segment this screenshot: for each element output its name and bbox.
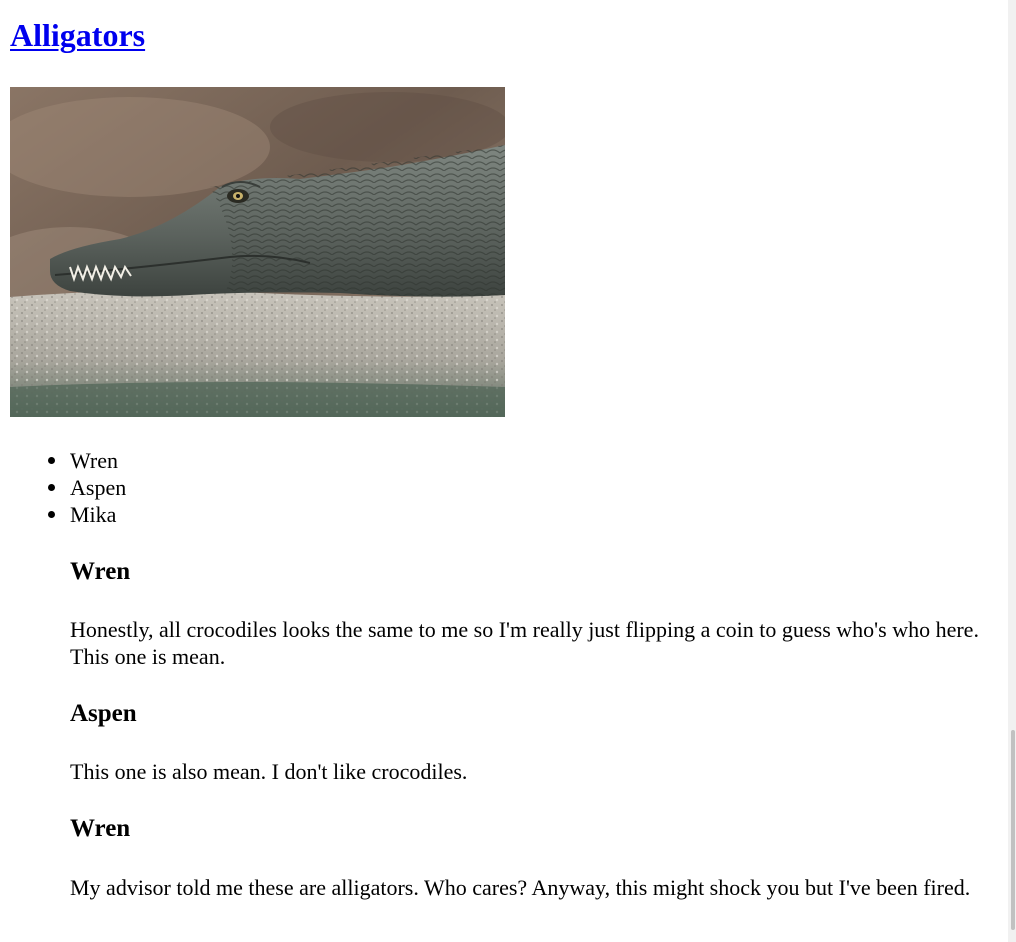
list-item: Aspen: [48, 474, 127, 501]
entry-heading: Wren: [70, 815, 131, 842]
entry-heading: Aspen: [70, 700, 137, 727]
crocodile-photo: [10, 87, 505, 417]
list-item-label: Wren: [70, 448, 118, 473]
bullet-icon: [48, 511, 55, 518]
list-item-label: Aspen: [70, 475, 127, 500]
page-title-link[interactable]: Alligators: [10, 17, 145, 53]
vertical-scrollbar[interactable]: [1008, 0, 1016, 942]
entry-heading: Wren: [70, 558, 131, 585]
entry-text: This one is also mean. I don't like croc…: [70, 759, 468, 784]
scrollbar-thumb[interactable]: [1011, 730, 1015, 930]
list-item: Wren: [48, 447, 126, 474]
entry-text: My advisor told me these are alligators.…: [70, 875, 971, 900]
entry-text: Honestly, all crocodiles looks the same …: [70, 617, 979, 669]
bullet-icon: [48, 484, 55, 491]
bullet-icon: [48, 457, 55, 464]
page-title: Alligators: [10, 14, 145, 56]
list-item: Mika: [48, 501, 126, 528]
list-item-label: Mika: [70, 502, 117, 527]
page: Alligators Wren Aspen Mika Wren Honestly…: [0, 0, 1008, 942]
name-list: Wren Aspen Mika: [48, 447, 127, 528]
